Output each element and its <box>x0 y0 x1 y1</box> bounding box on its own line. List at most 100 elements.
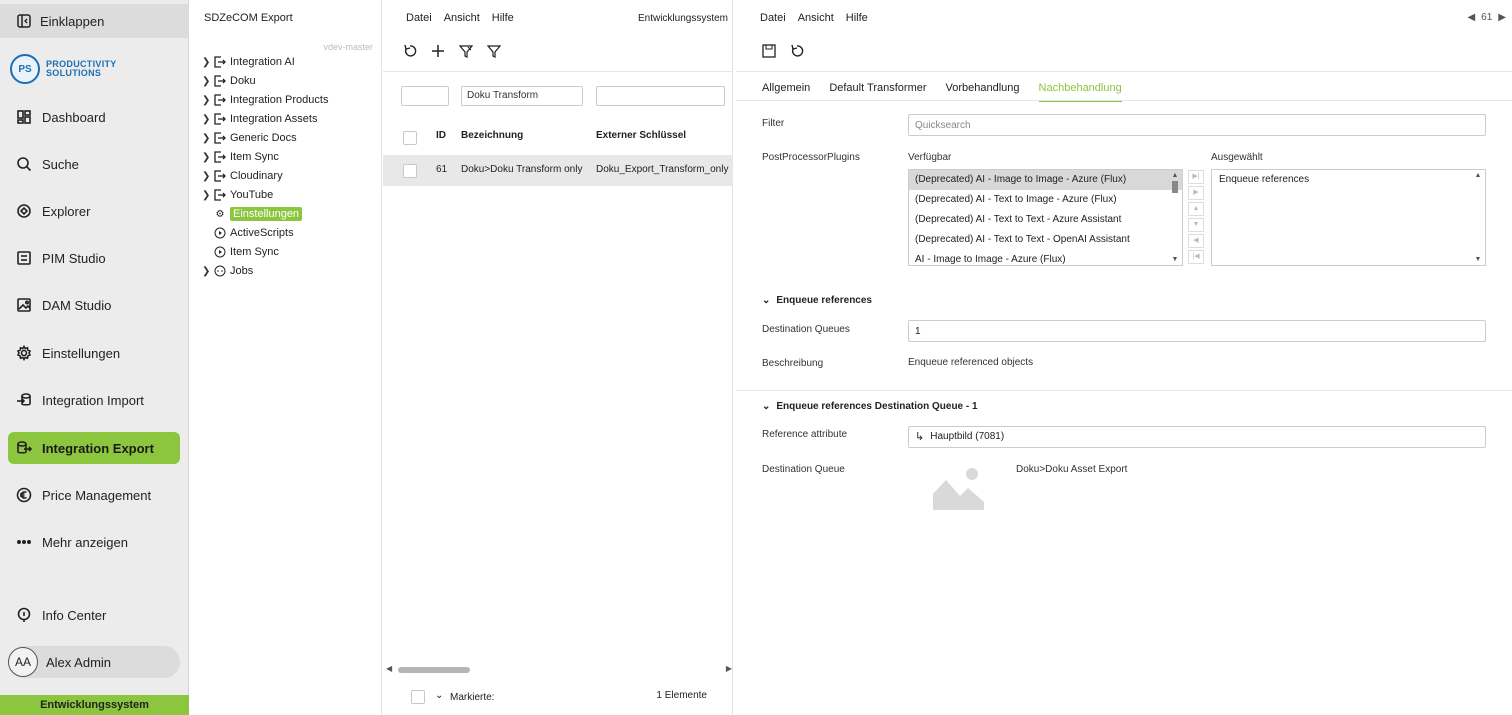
menu-ansicht[interactable]: Ansicht <box>444 12 480 24</box>
tree-item-selected[interactable]: ⚙ Einstellungen <box>202 205 303 223</box>
menu-hilfe[interactable]: Hilfe <box>492 12 514 24</box>
chevron-right-icon[interactable]: ❯ <box>202 266 210 277</box>
tree-item-label: Integration Assets <box>230 113 318 125</box>
tab-vorbehandlung[interactable]: Vorbehandlung <box>946 82 1020 102</box>
nav-item-integration-import[interactable]: Integration Import <box>8 384 180 416</box>
scrollbar-thumb[interactable] <box>398 667 470 673</box>
detail-menubar: Datei Ansicht Hilfe <box>760 12 868 24</box>
chevron-right-icon[interactable]: ❯ <box>202 171 210 182</box>
chevron-right-icon[interactable]: ❯ <box>202 133 210 144</box>
move-all-left-icon[interactable]: |◀ <box>1188 250 1204 264</box>
tree-item[interactable]: ❯ Integration Assets <box>202 110 317 128</box>
nav-item-label: Explorer <box>42 203 91 219</box>
nav-item-label: PIM Studio <box>42 250 106 266</box>
play-icon <box>214 246 226 258</box>
prev-record-icon[interactable]: ◀ <box>1467 12 1475 23</box>
list-item[interactable]: AI - Image to Image - Azure (Flux) <box>909 250 1182 265</box>
tree-item[interactable]: ❯ Doku <box>202 72 256 90</box>
tree-item[interactable]: ❯ Item Sync <box>202 148 279 166</box>
nav-item-dashboard[interactable]: Dashboard <box>8 101 180 133</box>
filter-icon[interactable] <box>487 44 501 58</box>
move-right-icon[interactable]: ▶ <box>1188 186 1204 200</box>
tree-item[interactable]: Item Sync <box>202 243 279 261</box>
ref-attr-input[interactable]: ↳ Hauptbild (7081) <box>908 426 1486 448</box>
scroll-left-icon[interactable]: ◀ <box>386 664 392 673</box>
nav-item-mehr-anzeigen[interactable]: Mehr anzeigen <box>8 526 180 558</box>
tree-item[interactable]: ❯ YouTube <box>202 186 273 204</box>
nav-item-price-management[interactable]: Price Management <box>8 479 180 511</box>
save-icon[interactable] <box>762 44 776 58</box>
tree-item[interactable]: ❯ Cloudinary <box>202 167 283 185</box>
chevron-right-icon[interactable]: ❯ <box>202 76 210 87</box>
list-item[interactable]: (Deprecated) AI - Text to Text - Azure A… <box>909 210 1182 230</box>
refresh-icon[interactable] <box>790 44 804 58</box>
tree-item-label: Item Sync <box>230 151 279 163</box>
user-menu[interactable]: AA Alex Admin <box>8 646 180 678</box>
next-record-icon[interactable]: ▶ <box>1498 12 1506 23</box>
tree-item[interactable]: ActiveScripts <box>202 224 294 242</box>
section-destination-queue[interactable]: ⌄ Enqueue references Destination Queue -… <box>762 401 978 412</box>
tab-default-transformer[interactable]: Default Transformer <box>829 82 926 102</box>
menu-datei[interactable]: Datei <box>760 12 786 24</box>
scroll-right-icon[interactable]: ▶ <box>726 664 732 673</box>
horizontal-scrollbar[interactable]: ◀ ▶ <box>386 664 732 674</box>
move-up-icon[interactable]: ▲ <box>1188 202 1204 216</box>
app-root: Einklappen PS PRODUCTIVITY SOLUTIONS Das… <box>0 0 1512 715</box>
move-left-icon[interactable]: ◀ <box>1188 234 1204 248</box>
nav-item-label: Einstellungen <box>42 345 121 361</box>
filter-id-input[interactable] <box>401 86 449 106</box>
list-item[interactable]: Enqueue references <box>1212 170 1485 190</box>
chevron-right-icon[interactable]: ❯ <box>202 190 210 201</box>
add-icon[interactable] <box>431 44 445 58</box>
footer-checkbox[interactable] <box>411 690 425 704</box>
dest-queue-value[interactable]: Doku>Doku Asset Export <box>1016 464 1127 475</box>
list-item[interactable]: (Deprecated) AI - Text to Text - OpenAI … <box>909 230 1182 250</box>
nav-item-pim-studio[interactable]: PIM Studio <box>8 242 180 274</box>
filter-key-input[interactable] <box>596 86 725 106</box>
list-item[interactable]: (Deprecated) AI - Text to Image - Azure … <box>909 190 1182 210</box>
chevron-right-icon[interactable]: ❯ <box>202 114 210 125</box>
move-all-right-icon[interactable]: ▶| <box>1188 170 1204 184</box>
tree-item[interactable]: ❯ Integration Products <box>202 91 328 109</box>
nav-item-info-center[interactable]: Info Center <box>8 599 180 631</box>
menu-ansicht[interactable]: Ansicht <box>798 12 834 24</box>
column-header-key[interactable]: Externer Schlüssel <box>596 130 686 141</box>
chevron-down-icon: ⌄ <box>762 401 771 412</box>
column-header-bezeichnung[interactable]: Bezeichnung <box>461 130 523 141</box>
nav-item-suche[interactable]: Suche <box>8 148 180 180</box>
move-down-icon[interactable]: ▼ <box>1188 218 1204 232</box>
menu-datei[interactable]: Datei <box>406 12 432 24</box>
nav-item-label: Info Center <box>42 607 107 623</box>
nav-item-integration-export[interactable]: Integration Export <box>8 432 180 464</box>
filter-clear-icon[interactable] <box>459 44 473 58</box>
nav-item-dam-studio[interactable]: DAM Studio <box>8 289 180 321</box>
nav-item-einstellungen[interactable]: Einstellungen <box>8 337 180 369</box>
collapse-button[interactable]: Einklappen <box>0 4 189 38</box>
quicksearch-input[interactable]: Quicksearch <box>908 114 1486 136</box>
chevron-right-icon[interactable]: ❯ <box>202 95 210 106</box>
export-icon <box>214 151 226 163</box>
tree-item[interactable]: ❯ Integration AI <box>202 53 295 71</box>
list-item[interactable]: (Deprecated) AI - Image to Image - Azure… <box>909 170 1182 190</box>
select-all-checkbox[interactable] <box>403 131 417 145</box>
tree-item[interactable]: ❯ Generic Docs <box>202 129 297 147</box>
chevron-right-icon[interactable]: ❯ <box>202 152 210 163</box>
menu-hilfe[interactable]: Hilfe <box>846 12 868 24</box>
available-plugins-list[interactable]: (Deprecated) AI - Image to Image - Azure… <box>908 169 1183 266</box>
refresh-icon[interactable] <box>403 44 417 58</box>
tab-allgemein[interactable]: Allgemein <box>762 82 810 102</box>
vertical-scrollbar[interactable]: ▲ ▼ <box>1473 172 1483 263</box>
chevron-right-icon[interactable]: ❯ <box>202 57 210 68</box>
footer-count: 1 Elemente <box>656 690 707 701</box>
tab-nachbehandlung[interactable]: Nachbehandlung <box>1038 82 1122 102</box>
nav-item-explorer[interactable]: Explorer <box>8 195 180 227</box>
filter-name-input[interactable]: Doku Transform <box>461 86 583 106</box>
dest-queues-input[interactable]: 1 <box>908 320 1486 342</box>
vertical-scrollbar[interactable]: ▲ ▼ <box>1170 172 1180 263</box>
tree-item[interactable]: ❯ Jobs <box>202 262 253 280</box>
chevron-down-icon[interactable]: ⌄ <box>435 690 443 701</box>
selected-plugins-list[interactable]: Enqueue references ▲ ▼ <box>1211 169 1486 266</box>
column-header-id[interactable]: ID <box>436 130 446 141</box>
section-enqueue-references[interactable]: ⌄ Enqueue references <box>762 295 872 306</box>
row-checkbox[interactable] <box>403 164 417 178</box>
